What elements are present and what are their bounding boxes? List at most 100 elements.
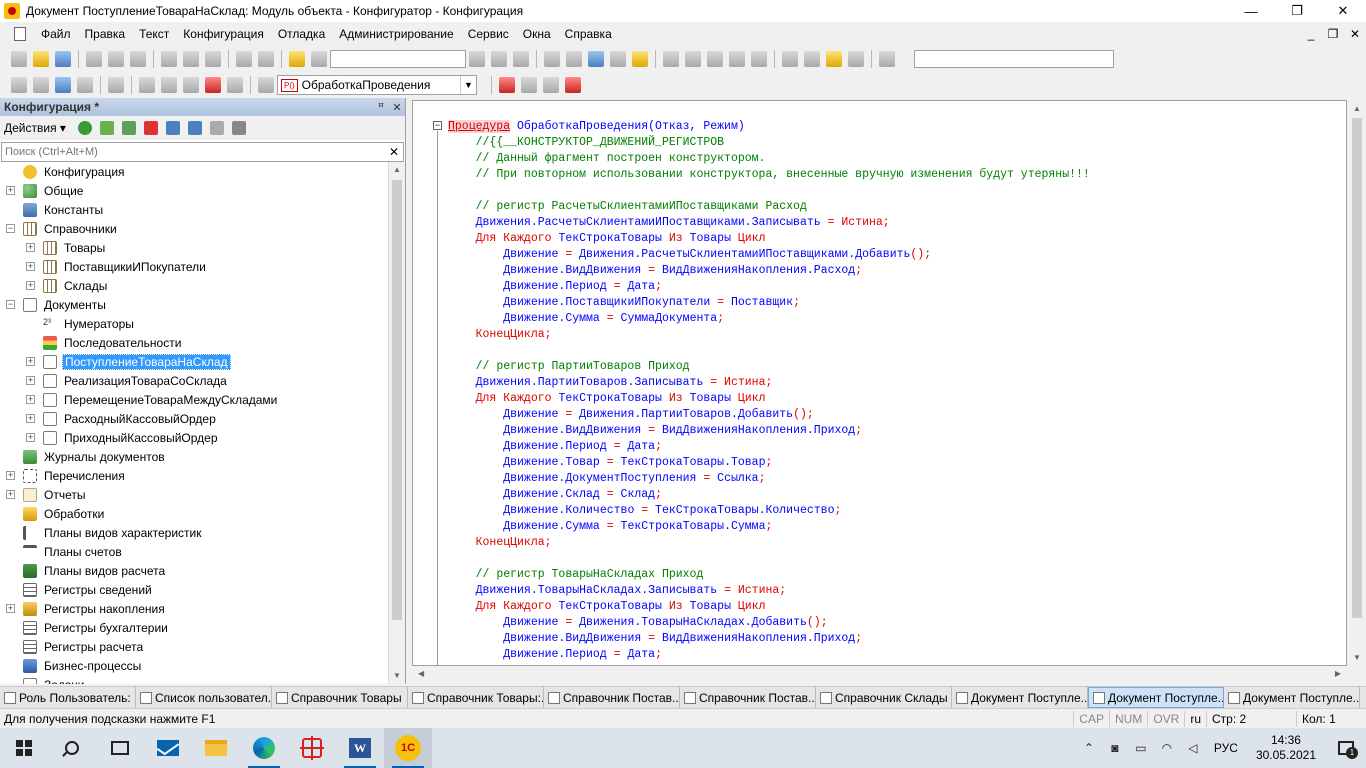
collapse-icon[interactable]: − [6,224,15,233]
menu-text[interactable]: Текст [132,27,176,41]
expand-icon[interactable]: + [26,243,35,252]
menu-file[interactable]: Файл [34,27,78,41]
tree-item[interactable]: Бизнес-процессы [0,656,389,675]
scroll-up-icon[interactable]: ▲ [389,162,405,178]
print-icon[interactable] [161,51,177,67]
editor-vertical-scrollbar[interactable]: ▲ ▼ [1349,100,1366,666]
tree-item[interactable]: Регистры сведений [0,580,389,599]
tree-item[interactable]: Регистры бухгалтерии [0,618,389,637]
info-icon[interactable] [632,51,648,67]
scroll-thumb[interactable] [392,180,402,620]
scroll-down-icon[interactable]: ▼ [1353,653,1361,662]
minimize-button[interactable]: — [1228,0,1274,22]
tree-item[interactable]: Планы видов расчета [0,561,389,580]
tree-item[interactable]: Журналы документов [0,447,389,466]
language-indicator[interactable]: ru [1184,710,1206,727]
tree-item[interactable]: + РеализацияТовараСоСклада [0,371,389,390]
clock[interactable]: 14:36 30.05.2021 [1246,733,1326,763]
move-up-icon[interactable] [165,121,180,135]
clear-breakpoints-icon[interactable] [565,77,581,93]
word-app-button[interactable]: W [336,728,384,768]
procedure-select[interactable]: P() ОбработкаПроведения ▼ [277,75,477,95]
run-icon[interactable] [108,77,124,93]
window-tab[interactable]: Справочник Постав... [680,687,816,708]
tree-item[interactable]: + Регистры накопления [0,599,389,618]
wizard-icon[interactable] [848,51,864,67]
expand-icon[interactable]: + [6,490,15,499]
table-icon[interactable] [77,77,93,93]
menu-debug[interactable]: Отладка [271,27,332,41]
find-in-files-icon[interactable] [289,51,305,67]
maximize-button[interactable]: ❐ [1274,0,1320,22]
window-tab[interactable]: Документ Поступле... [1088,687,1224,708]
clear-icon[interactable]: ✕ [385,145,403,159]
cut-icon[interactable] [86,51,102,67]
edge-browser-button[interactable] [240,728,288,768]
tree-item[interactable]: + ПоступлениеТовараНаСклад [0,352,389,371]
search-input[interactable] [330,50,466,68]
mail-app-button[interactable] [144,728,192,768]
tree-search-input[interactable] [2,146,385,158]
tree-item[interactable]: Обработки [0,504,389,523]
code-editor[interactable]: − Процедура ОбработкаПроведения(Отказ, Р… [412,100,1347,666]
new-file-icon[interactable] [11,51,27,67]
format-icon[interactable] [707,51,723,67]
procedures-list-icon[interactable] [227,77,243,93]
query-builder-icon[interactable] [139,77,155,93]
save-icon[interactable] [55,51,71,67]
code-text[interactable]: Процедура ОбработкаПроведения(Отказ, Реж… [448,119,1090,663]
next-bookmark-icon[interactable] [751,51,767,67]
bookmark-icon[interactable] [729,51,745,67]
comment-icon[interactable] [782,51,798,67]
window-tab[interactable]: Документ Поступле... [952,687,1088,708]
expand-icon[interactable]: + [26,262,35,271]
window-tab[interactable]: Справочник Товары:... [408,687,544,708]
tree-item[interactable]: Константы [0,200,389,219]
camera-icon[interactable]: ◙ [1102,741,1128,755]
expand-icon[interactable]: + [26,281,35,290]
menu-administration[interactable]: Администрирование [332,27,460,41]
input-language[interactable]: РУС [1206,741,1246,755]
editor-horizontal-scrollbar[interactable]: ◀ ▶ [412,666,1347,683]
tree-item[interactable]: + Склады [0,276,389,295]
syntax-assistant-icon[interactable] [566,51,582,67]
task-view-button[interactable] [96,728,144,768]
move-down-icon[interactable] [187,121,202,135]
add-copy-icon[interactable] [121,121,136,135]
tree-item[interactable]: Последовательности [0,333,389,352]
outdent-icon[interactable] [685,51,701,67]
tree-item[interactable]: + Товары [0,238,389,257]
edit-icon[interactable] [99,121,114,135]
wifi-icon[interactable]: ◠ [1154,741,1180,755]
expand-icon[interactable]: + [26,357,35,366]
module-icon[interactable] [826,51,842,67]
notifications-button[interactable]: 1 [1326,728,1366,768]
collapse-icon[interactable]: − [6,300,15,309]
copy-icon[interactable] [108,51,124,67]
expand-icon[interactable]: + [6,604,15,613]
tree-item[interactable]: + Отчеты [0,485,389,504]
file-explorer-button[interactable] [192,728,240,768]
add-icon[interactable] [77,121,92,135]
menu-windows[interactable]: Окна [516,27,558,41]
tree-item[interactable]: 2³ Нумераторы [0,314,389,333]
goto-procedure-icon[interactable] [258,77,274,93]
tree-item[interactable]: + ПоставщикиИПокупатели [0,257,389,276]
menu-service[interactable]: Сервис [461,27,516,41]
disable-breakpoint-icon[interactable] [521,77,537,93]
expand-icon[interactable]: + [26,395,35,404]
collapse-icon[interactable]: − [433,121,442,130]
indent-icon[interactable] [663,51,679,67]
scroll-left-icon[interactable]: ◀ [418,669,424,678]
scroll-up-icon[interactable]: ▲ [1353,104,1361,113]
tree-item[interactable]: Планы видов характеристик [0,523,389,542]
scroll-thumb[interactable] [1352,118,1362,618]
tree-item[interactable]: + Перечисления [0,466,389,485]
expand-icon[interactable]: + [26,376,35,385]
properties-icon[interactable] [205,51,221,67]
preview-icon[interactable] [183,51,199,67]
panel-close-icon[interactable]: ✕ [389,101,405,114]
chevron-up-icon[interactable]: ⌃ [1076,741,1102,755]
mdi-restore-button[interactable]: ❐ [1322,27,1344,41]
volume-icon[interactable]: ◁ [1180,741,1206,755]
